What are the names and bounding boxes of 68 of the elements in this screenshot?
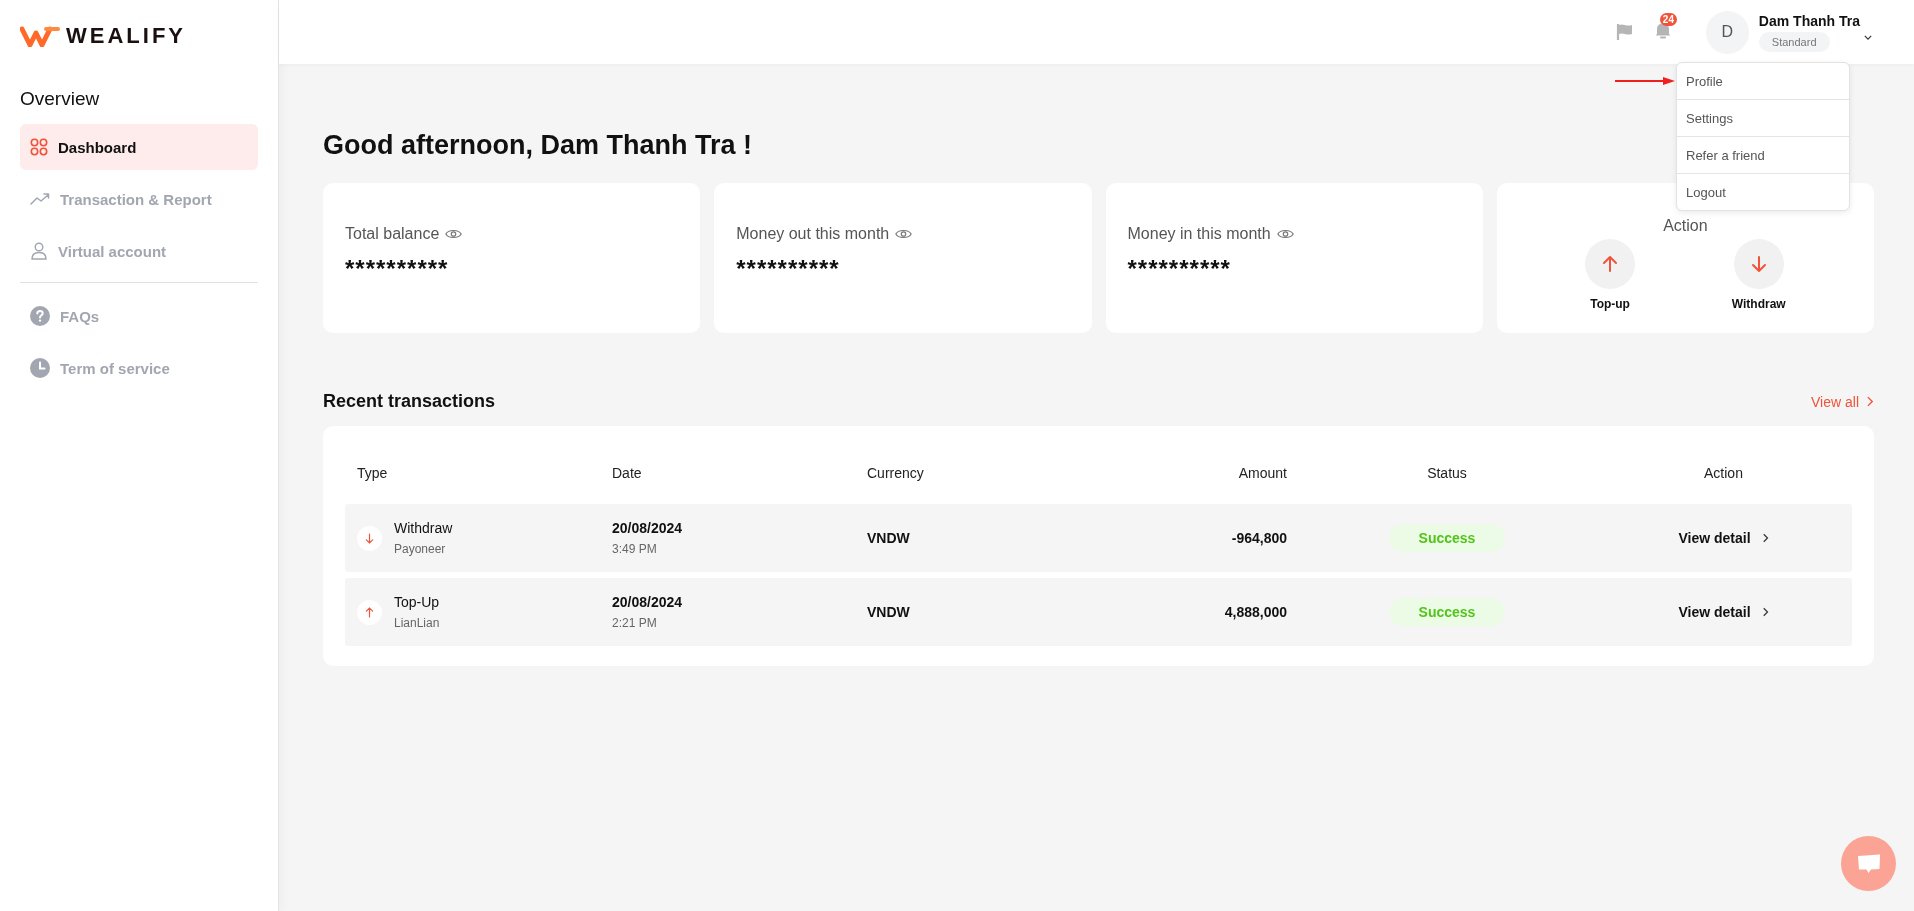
column-header: Type	[357, 465, 389, 481]
menu-item[interactable]: Logout	[1677, 174, 1849, 210]
card-title: Action	[1663, 217, 1708, 235]
arrow-up-icon	[1602, 255, 1619, 273]
logo-icon	[20, 25, 60, 47]
column-header: Action	[1704, 465, 1743, 481]
grid-icon	[30, 138, 48, 156]
notification-badge: 24	[1659, 13, 1677, 26]
section-title: Overview	[20, 88, 101, 110]
trend-icon	[30, 192, 50, 206]
hidden-amount: **********	[1127, 255, 1232, 283]
card-label: Total balance	[345, 225, 440, 243]
table-cell-text: Payoneer	[394, 542, 447, 556]
column-header: Currency	[867, 465, 925, 481]
eye-icon[interactable]	[895, 228, 913, 240]
menu-item[interactable]: Refer a friend	[1677, 137, 1849, 174]
menu-item[interactable]: Profile	[1677, 63, 1849, 100]
table-cell-text: 4,888,000	[1223, 604, 1287, 620]
greeting-title: Good afternoon, Dam Thanh Tra !	[323, 130, 752, 161]
table-cell: LianLian	[394, 616, 440, 630]
column-header: Status	[1427, 465, 1467, 481]
table-cell-text: VNDW	[867, 604, 911, 620]
brand-name: WEALIFY	[66, 23, 186, 49]
round-button[interactable]	[1733, 239, 1784, 289]
table-cell: Top-Up	[394, 594, 440, 610]
user-name[interactable]: Dam Thanh Tra	[1758, 12, 1860, 29]
table-cell-text: 20/08/2024	[612, 594, 684, 610]
chevron-right-icon	[1867, 396, 1874, 407]
flag-icon[interactable]	[1615, 23, 1634, 41]
card-label: Money out this month	[736, 225, 890, 243]
table-cell-text: 20/08/2024	[612, 520, 684, 536]
user-icon	[30, 242, 48, 260]
table-cell-text: -964,800	[1230, 530, 1287, 546]
clock-icon	[30, 358, 50, 378]
menu-item[interactable]: Settings	[1677, 100, 1849, 137]
hidden-amount: **********	[736, 255, 841, 283]
arrow-annotation	[1615, 77, 1675, 85]
chat-button[interactable]	[1841, 836, 1896, 891]
table-cell: Withdraw	[394, 520, 453, 536]
plan-badge: Standard	[1758, 31, 1830, 52]
user-avatar[interactable]: D	[1705, 10, 1749, 54]
hidden-amount: **********	[345, 255, 450, 283]
action-label: Top-up	[1590, 297, 1630, 311]
section-title: Recent transactions	[323, 391, 496, 412]
chevron-right-icon	[1762, 607, 1769, 617]
action-label: Withdraw	[1731, 297, 1786, 311]
eye-icon[interactable]	[445, 228, 463, 240]
chevron-right-icon	[1762, 533, 1769, 543]
table-cell-text: 3:49 PM	[612, 542, 658, 556]
chat-icon	[1855, 852, 1882, 875]
view-detail-link[interactable]: View detail	[1678, 530, 1769, 546]
caret-icon[interactable]	[1864, 34, 1872, 40]
arrow-down-icon	[1750, 255, 1767, 273]
help-icon	[30, 306, 50, 326]
arrow-down-icon	[365, 532, 374, 544]
round-button[interactable]	[1585, 239, 1636, 289]
table-cell-text: 2:21 PM	[612, 616, 658, 630]
eye-icon[interactable]	[1276, 228, 1294, 240]
bell-icon[interactable]	[1653, 21, 1672, 39]
column-header: Amount	[1237, 465, 1287, 481]
card-label: Money in this month	[1127, 225, 1271, 243]
sidebar-item[interactable]: Dashboard	[20, 124, 258, 170]
view-detail-link[interactable]: View detail	[1678, 604, 1769, 620]
table-cell-text: VNDW	[867, 530, 911, 546]
arrow-up-icon	[365, 606, 374, 618]
status-badge: Success	[1388, 524, 1506, 552]
status-badge: Success	[1388, 598, 1506, 626]
column-header: Date	[612, 465, 643, 481]
